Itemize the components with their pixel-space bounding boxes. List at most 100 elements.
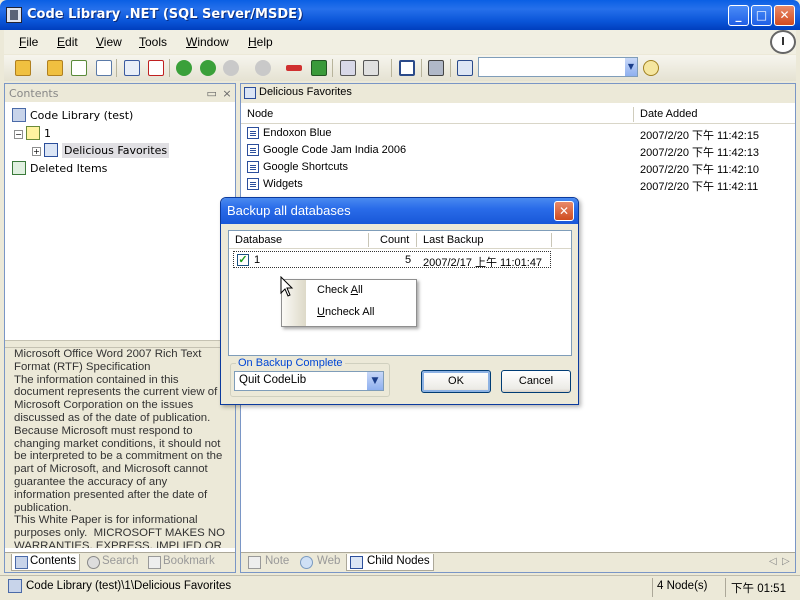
panel-title: Contents	[9, 87, 59, 100]
note-icon	[248, 556, 261, 569]
tab-search[interactable]: Search	[84, 554, 141, 571]
refresh-doc-icon[interactable]	[71, 60, 87, 76]
menu-window[interactable]: Window	[186, 35, 229, 49]
bookmark-icon	[148, 556, 161, 569]
menu-view[interactable]: View	[96, 35, 122, 49]
list-item[interactable]: Google Code Jam India 2006 2007/2/20 下午 1…	[241, 142, 795, 159]
status-path: Code Library (test)\1\Delicious Favorite…	[26, 580, 232, 592]
window-title: Code Library .NET (SQL Server/MSDE)	[27, 7, 303, 22]
tab-child-nodes[interactable]: Child Nodes	[346, 554, 434, 571]
new-node-icon[interactable]	[124, 60, 140, 76]
toolbar-separator	[450, 59, 451, 77]
open-folder-icon[interactable]	[15, 60, 31, 76]
contents-icon	[15, 556, 28, 569]
category-icon	[26, 126, 40, 140]
back-icon[interactable]	[176, 60, 192, 76]
clock-icon[interactable]	[770, 30, 796, 54]
menu-help[interactable]: Help	[248, 35, 273, 49]
dialog-title: Backup all databases	[227, 203, 351, 218]
status-node-count: 4 Node(s)	[657, 580, 708, 592]
node-icon	[247, 127, 259, 139]
search-doc-icon[interactable]	[457, 60, 473, 76]
node-description: Microsoft Office Word 2007 Rich Text For…	[5, 348, 235, 548]
fullscreen-icon[interactable]	[399, 60, 415, 76]
ok-button[interactable]: OK	[421, 370, 491, 393]
status-time: 下午 01:51	[731, 583, 786, 595]
chevron-down-icon[interactable]: ▼	[625, 58, 637, 76]
breadcrumb: Delicious Favorites	[241, 84, 795, 103]
menu-tools[interactable]: Tools	[139, 35, 167, 49]
list-item[interactable]: Widgets 2007/2/20 下午 11:42:11	[241, 176, 795, 193]
database-list-header: Database Count Last Backup	[229, 231, 571, 249]
print-preview-icon[interactable]	[340, 60, 356, 76]
database-row[interactable]: ✓ 1 5 2007/2/17 上午 11:01:47	[233, 251, 551, 269]
child-nodes-icon	[350, 556, 363, 569]
forward-icon[interactable]	[200, 60, 216, 76]
column-node[interactable]: Node	[247, 108, 273, 120]
toolbar-separator	[332, 59, 333, 77]
node-icon	[247, 161, 259, 173]
column-divider[interactable]	[551, 233, 552, 247]
delete-node-icon[interactable]	[148, 60, 164, 76]
splitter-handle[interactable]	[5, 340, 235, 348]
globe-icon	[300, 556, 313, 569]
tab-note[interactable]: Note	[245, 554, 292, 571]
tree-item-root[interactable]: Code Library (test)	[12, 108, 133, 122]
tree-item-delicious[interactable]: + Delicious Favorites	[32, 143, 170, 158]
backup-complete-select[interactable]: Quit CodeLib	[234, 371, 384, 391]
expand-icon[interactable]: +	[32, 147, 41, 156]
folder-node-icon	[244, 87, 256, 99]
tab-bookmark[interactable]: Bookmark	[145, 554, 218, 571]
column-date-added[interactable]: Date Added	[640, 108, 698, 120]
toolbar-separator	[169, 59, 170, 77]
library-icon	[8, 579, 22, 593]
move-icon[interactable]	[311, 60, 327, 76]
node-icon	[247, 144, 259, 156]
column-divider[interactable]	[368, 233, 369, 247]
menu-item-uncheck-all[interactable]: Uncheck All	[317, 306, 374, 318]
search-combo[interactable]	[478, 57, 638, 77]
cancel-button[interactable]: Cancel	[501, 370, 571, 393]
collapse-icon[interactable]: −	[14, 130, 23, 139]
column-database[interactable]: Database	[235, 234, 282, 246]
nav-back-icon[interactable]	[223, 60, 239, 76]
go-icon[interactable]	[643, 60, 659, 76]
print-icon[interactable]	[363, 60, 379, 76]
column-last-backup[interactable]: Last Backup	[423, 234, 484, 246]
document-icon[interactable]	[96, 60, 112, 76]
toolbar-separator	[421, 59, 422, 77]
mouse-cursor-icon	[280, 276, 294, 297]
maximize-button[interactable]: □	[751, 5, 772, 26]
column-divider[interactable]	[633, 107, 634, 122]
menu-item-check-all[interactable]: Check All	[317, 284, 363, 296]
list-item[interactable]: Endoxon Blue 2007/2/20 下午 11:42:15	[241, 125, 795, 142]
column-divider[interactable]	[416, 233, 417, 247]
tree-item-deleted[interactable]: Deleted Items	[12, 161, 107, 175]
search-icon	[87, 556, 100, 569]
dialog-close-button[interactable]: ✕	[554, 201, 574, 221]
chevron-down-icon[interactable]: ▼	[367, 372, 383, 390]
tab-contents[interactable]: Contents	[11, 554, 81, 571]
database-checkbox[interactable]: ✓	[237, 254, 249, 266]
toolbar-separator	[116, 59, 117, 77]
menu-file[interactable]: File	[19, 35, 38, 49]
tab-scroll-left-icon[interactable]: ◁	[769, 556, 777, 567]
status-divider	[652, 578, 653, 597]
tools-icon[interactable]	[428, 60, 444, 76]
list-item[interactable]: Google Shortcuts 2007/2/20 下午 11:42:10	[241, 159, 795, 176]
pin-close-icons[interactable]: ▭ ×	[201, 87, 232, 100]
menu-bar	[4, 30, 796, 54]
column-count[interactable]: Count	[380, 234, 409, 246]
close-button[interactable]: ✕	[774, 5, 795, 26]
toolbar-separator	[391, 59, 392, 77]
nav-forward-icon[interactable]	[255, 60, 271, 76]
status-divider	[725, 578, 726, 597]
menu-edit[interactable]: Edit	[57, 35, 78, 49]
remove-icon[interactable]	[286, 65, 302, 71]
minimize-button[interactable]: _	[728, 5, 749, 26]
tree-item-1[interactable]: −1	[14, 126, 51, 140]
folder-icon[interactable]	[47, 60, 63, 76]
tab-scroll-right-icon[interactable]: ▷	[782, 556, 790, 567]
app-icon[interactable]	[6, 7, 22, 23]
tab-web[interactable]: Web	[297, 554, 343, 571]
